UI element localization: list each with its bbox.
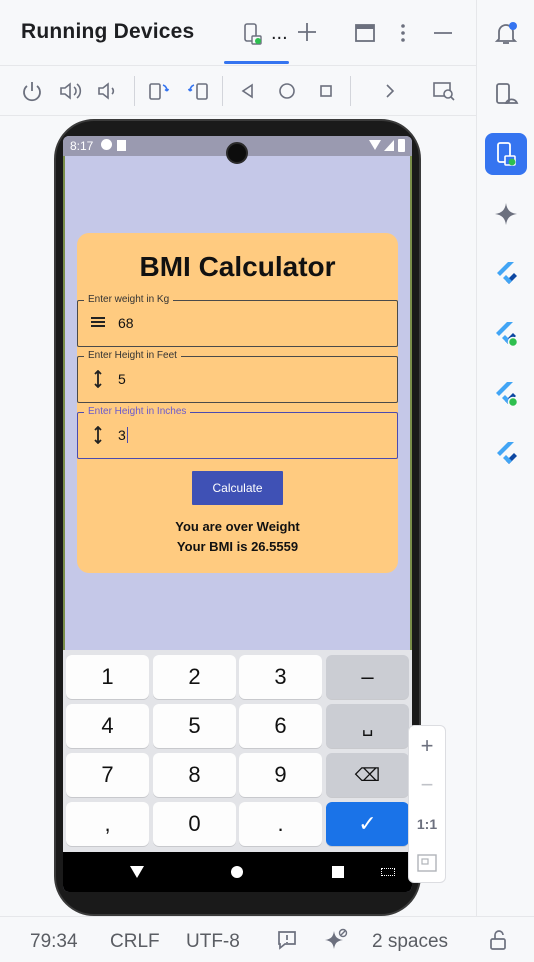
android-nav-bar: [63, 852, 412, 892]
key-comma[interactable]: ,: [66, 802, 149, 846]
flutter-icon[interactable]: [485, 253, 527, 295]
app-title: BMI Calculator: [139, 251, 336, 282]
key-3[interactable]: 3: [239, 655, 322, 699]
flutter-inspector-icon[interactable]: [485, 313, 527, 355]
key-2[interactable]: 2: [153, 655, 236, 699]
height-arrows-icon: [90, 369, 106, 390]
sd-card-icon: [117, 140, 126, 151]
menu-lines-icon: [90, 314, 106, 334]
result-bmi: Your BMI is 26.5559: [176, 539, 299, 554]
wifi-icon: [369, 140, 381, 150]
weight-label: Enter weight in Kg: [84, 293, 174, 307]
zoom-fit-icon[interactable]: [409, 845, 445, 881]
window-layout-icon[interactable]: [354, 22, 376, 49]
inches-label: Enter Height in Inches: [84, 405, 191, 419]
right-tool-bar: [476, 0, 534, 916]
volume-up-icon[interactable]: [58, 79, 82, 103]
key-backspace[interactable]: ⌫: [326, 753, 409, 797]
ai-assist-icon[interactable]: [324, 928, 348, 958]
zoom-out-button[interactable]: −: [409, 767, 445, 803]
panel-header: Running Devices ...: [0, 0, 476, 66]
key-8[interactable]: 8: [153, 753, 236, 797]
height-arrows-icon: [90, 425, 106, 446]
key-space[interactable]: ␣: [326, 704, 409, 748]
more-chevron-icon[interactable]: [378, 79, 402, 103]
device-manager-icon[interactable]: [485, 73, 527, 115]
keyboard-switch-icon[interactable]: [381, 868, 395, 876]
notifications-icon[interactable]: [485, 12, 527, 54]
panel-title: Running Devices: [21, 20, 195, 43]
toolbar-separator: [134, 76, 135, 106]
bmi-card: BMI Calculator Enter weight in Kg 68 Ent…: [77, 233, 398, 573]
signal-icon: [384, 140, 394, 151]
add-tab-icon[interactable]: [296, 21, 318, 48]
rotate-right-icon[interactable]: [186, 79, 210, 103]
ide-status-bar: 79:34 CRLF UTF-8 2 spaces: [0, 916, 534, 962]
rotate-left-icon[interactable]: [147, 79, 171, 103]
inches-field[interactable]: Enter Height in Inches 3: [77, 405, 398, 459]
key-4[interactable]: 4: [66, 704, 149, 748]
key-minus[interactable]: –: [326, 655, 409, 699]
device-toolbar: [0, 66, 476, 116]
inspection-icon[interactable]: [276, 929, 298, 957]
active-tab-indicator: [224, 61, 289, 64]
front-camera: [226, 142, 248, 164]
toolbar-separator: [350, 76, 351, 106]
nav-back-icon[interactable]: [130, 866, 144, 878]
ide-window: Running Devices ... 8:17 BMI Calculator …: [0, 0, 534, 962]
weight-value: 68: [118, 315, 134, 331]
app-notification-icon: [101, 139, 112, 150]
result-status: You are over Weight: [175, 519, 300, 534]
key-6[interactable]: 6: [239, 704, 322, 748]
text-caret: [126, 427, 129, 443]
caret-position[interactable]: 79:34: [30, 931, 78, 953]
toolbar-separator: [222, 76, 223, 106]
more-options-icon[interactable]: [396, 22, 410, 49]
indent-setting[interactable]: 2 spaces: [372, 931, 448, 953]
feet-label: Enter Height in Feet: [84, 349, 181, 363]
feet-value: 5: [118, 371, 126, 387]
volume-down-icon[interactable]: [96, 79, 120, 103]
screen-edge: [410, 156, 412, 651]
key-period[interactable]: .: [239, 802, 322, 846]
flutter-outline-icon[interactable]: [485, 433, 527, 475]
back-icon[interactable]: [236, 79, 260, 103]
nav-home-icon[interactable]: [231, 866, 243, 878]
key-7[interactable]: 7: [66, 753, 149, 797]
inches-value: 3: [118, 427, 126, 443]
zoom-controls: + − 1:1: [408, 725, 446, 883]
key-1[interactable]: 1: [66, 655, 149, 699]
screen-edge: [63, 156, 65, 651]
file-encoding[interactable]: UTF-8: [186, 931, 240, 953]
line-separator[interactable]: CRLF: [110, 931, 160, 953]
battery-icon: [398, 139, 405, 152]
zoom-actual-size-button[interactable]: 1:1: [409, 806, 445, 842]
key-5[interactable]: 5: [153, 704, 236, 748]
key-done[interactable]: ✓: [326, 802, 409, 846]
tab-more-label: ...: [271, 22, 288, 44]
running-devices-icon[interactable]: [485, 133, 527, 175]
device-tab[interactable]: ...: [243, 22, 291, 46]
flutter-performance-icon[interactable]: [485, 373, 527, 415]
home-icon[interactable]: [275, 79, 299, 103]
key-0[interactable]: 0: [153, 802, 236, 846]
unlock-icon[interactable]: [488, 929, 510, 957]
minimize-panel-icon[interactable]: [432, 22, 454, 49]
gemini-icon[interactable]: [485, 193, 527, 235]
nav-recents-icon[interactable]: [332, 866, 344, 878]
numeric-keyboard: 1 2 3 – 4 5 6 ␣ 7 8 9 ⌫ , 0 . ✓: [63, 650, 412, 852]
screenshot-search-icon[interactable]: [432, 79, 456, 103]
status-time: 8:17: [70, 139, 94, 153]
phone-tab-icon: [244, 23, 262, 45]
power-icon[interactable]: [20, 79, 44, 103]
zoom-in-button[interactable]: +: [409, 728, 445, 764]
inches-value-wrap: 3: [118, 427, 129, 443]
feet-field[interactable]: Enter Height in Feet 5: [77, 349, 398, 403]
key-9[interactable]: 9: [239, 753, 322, 797]
overview-icon[interactable]: [314, 79, 338, 103]
phone-screen[interactable]: 8:17 BMI Calculator Enter weight in Kg 6…: [63, 136, 412, 892]
weight-field[interactable]: Enter weight in Kg 68: [77, 293, 398, 347]
calculate-button[interactable]: Calculate: [192, 471, 283, 505]
